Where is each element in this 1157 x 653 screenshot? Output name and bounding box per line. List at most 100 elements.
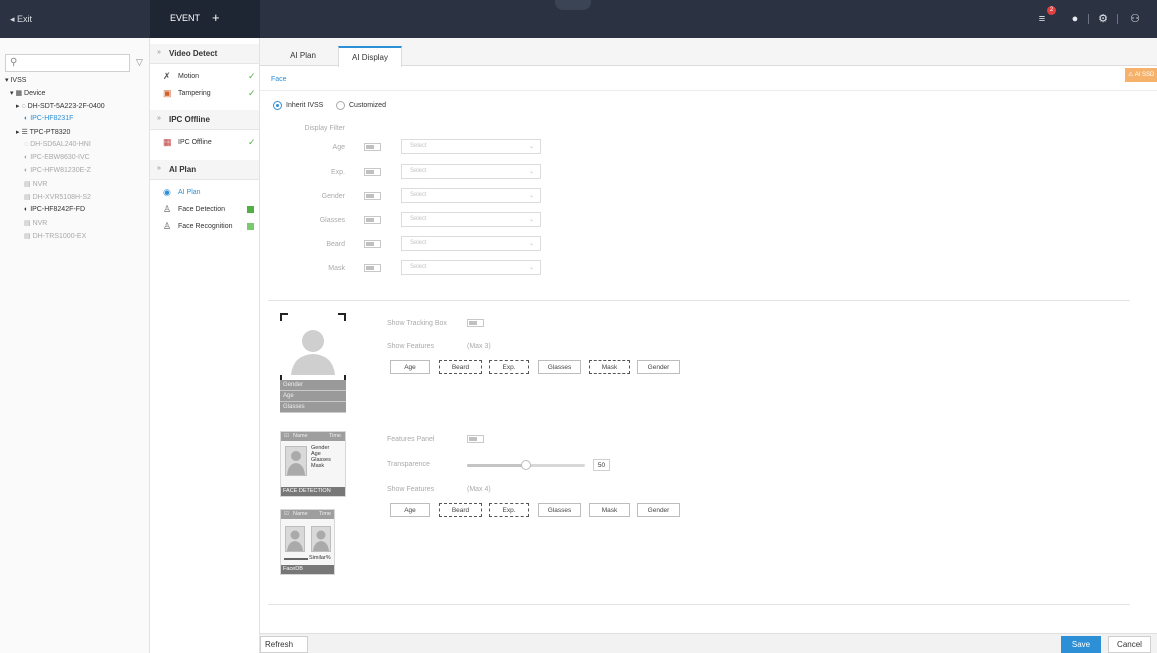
- alarm-list-icon[interactable]: ≡: [1035, 12, 1049, 26]
- exit-button[interactable]: ◂ Exit: [10, 14, 32, 25]
- similar-label: Similar%: [309, 555, 331, 561]
- sub-tab-face[interactable]: Face: [271, 76, 287, 83]
- chevron-down-icon: ⌄: [528, 265, 534, 271]
- check-icon: ✓: [248, 71, 256, 81]
- filter-label: Mask: [328, 265, 345, 272]
- filter-icon[interactable]: ▽: [136, 57, 143, 68]
- chevron-down-icon: »: [157, 165, 161, 172]
- show-features-label: Show Features: [387, 486, 435, 493]
- event-item-ai-plan[interactable]: ◉ AI Plan: [150, 185, 259, 201]
- age-toggle[interactable]: [364, 143, 381, 151]
- features-panel-toggle[interactable]: [467, 435, 484, 443]
- divider: [268, 604, 1130, 605]
- tree-node-recorder[interactable]: ▤ DH-TRS1000-EX: [24, 232, 86, 240]
- feature-chip-mask[interactable]: Mask: [589, 360, 630, 374]
- save-button[interactable]: Save: [1061, 636, 1101, 653]
- transparence-value-input[interactable]: 50: [593, 459, 610, 471]
- tampering-icon: ▣: [163, 88, 172, 98]
- glasses-select[interactable]: Select ⌄: [401, 212, 541, 227]
- transparence-slider[interactable]: [467, 460, 585, 470]
- feature-chip-age[interactable]: Age: [390, 360, 430, 374]
- tree-node-recorder[interactable]: ▤ DH-XVR5108H-S2: [24, 193, 91, 201]
- tree-node-camera[interactable]: ◐ IPC-HF8242F-FD: [24, 206, 85, 213]
- group-header-ai-plan[interactable]: » AI Plan: [150, 160, 259, 180]
- tree-node-ivss[interactable]: ▾ IVSS: [5, 76, 26, 84]
- user-icon[interactable]: ⚇: [1128, 12, 1142, 26]
- filter-label: Gender: [321, 193, 345, 200]
- inherit-radio[interactable]: [273, 101, 282, 110]
- collapse-handle[interactable]: [555, 0, 591, 10]
- face-detection-icon: ♙: [163, 204, 172, 214]
- exp-select[interactable]: Select ⌄: [401, 164, 541, 179]
- max-label: (Max 3): [467, 343, 491, 350]
- tree-node-camera[interactable]: ◐ IPC-EBW8630-IVC: [24, 154, 90, 161]
- tab-ai-display[interactable]: AI Display: [338, 46, 402, 67]
- tree-node-camera[interactable]: ◌ DH-SD6AL240-HNI: [24, 141, 91, 148]
- status-icon[interactable]: ●: [1068, 12, 1082, 26]
- chevron-down-icon: ⌄: [528, 169, 534, 175]
- feature-chip-beard[interactable]: Beard: [439, 360, 482, 374]
- event-tab-label: EVENT: [170, 13, 201, 23]
- alarm-badge: 2: [1047, 6, 1056, 15]
- feature-chip-glasses[interactable]: Glasses: [538, 503, 581, 517]
- max-label: (Max 4): [467, 486, 491, 493]
- event-item-motion[interactable]: ✗ Motion ✓: [150, 69, 259, 85]
- feature-chip-beard[interactable]: Beard: [439, 503, 482, 517]
- tree-node-nvr[interactable]: ▤ NVR: [24, 180, 47, 188]
- feature-chip-exp[interactable]: Exp.: [489, 360, 529, 374]
- recorder-icon: ▤: [24, 233, 31, 240]
- camera-icon: ◐: [24, 167, 29, 174]
- tree-node-camera-selected[interactable]: ◐ IPC-HF8231F: [24, 115, 73, 122]
- divider: [260, 90, 1157, 91]
- beard-toggle[interactable]: [364, 240, 381, 248]
- feature-chip-glasses[interactable]: Glasses: [538, 360, 581, 374]
- tree-node-nvr[interactable]: ▤ NVR: [24, 219, 47, 227]
- exp-toggle[interactable]: [364, 168, 381, 176]
- feature-chip-mask[interactable]: Mask: [589, 503, 630, 517]
- cancel-button[interactable]: Cancel: [1108, 636, 1151, 653]
- gender-toggle[interactable]: [364, 192, 381, 200]
- group-header-video-detect[interactable]: » Video Detect: [150, 44, 259, 64]
- checkbox-icon: ☑: [284, 511, 289, 517]
- enabled-indicator: [247, 206, 254, 213]
- feature-chip-gender[interactable]: Gender: [637, 503, 680, 517]
- tree-node-camera[interactable]: ◐ IPC-HFW81230E-Z: [24, 167, 91, 174]
- settings-icon[interactable]: ⚙: [1096, 12, 1110, 26]
- group-header-ipc-offline[interactable]: » IPC Offline: [150, 110, 259, 130]
- event-item-tampering[interactable]: ▣ Tampering ✓: [150, 86, 259, 102]
- event-item-face-recognition[interactable]: ♙ Face Recognition: [150, 219, 259, 235]
- age-select[interactable]: Select ⌄: [401, 139, 541, 154]
- recorder-icon: ▤: [24, 194, 31, 201]
- refresh-button[interactable]: Refresh: [260, 636, 308, 653]
- face-detection-card: ☑ Name Time Gender Age Glasses Mask FACE…: [280, 431, 346, 497]
- mask-toggle[interactable]: [364, 264, 381, 272]
- tree-node-camera[interactable]: ▸ ◌ DH-SDT-5A223-2F-0400: [16, 102, 105, 110]
- folder-icon: ▦: [15, 90, 23, 97]
- feature-chip-exp[interactable]: Exp.: [489, 503, 529, 517]
- glasses-toggle[interactable]: [364, 216, 381, 224]
- dome-camera-icon: ◌: [21, 103, 26, 110]
- filter-label: Exp.: [330, 169, 345, 176]
- gender-select[interactable]: Select ⌄: [401, 188, 541, 203]
- mask-select[interactable]: Select ⌄: [401, 260, 541, 275]
- beard-select[interactable]: Select ⌄: [401, 236, 541, 251]
- event-item-ipc-offline[interactable]: ▦ IPC Offline ✓: [150, 135, 259, 151]
- add-tab-button[interactable]: +: [212, 10, 220, 25]
- preview-bar-glasses: Glasses: [280, 402, 346, 413]
- search-input[interactable]: ⚲: [5, 54, 130, 72]
- divider: [268, 300, 1130, 301]
- tree-node-device[interactable]: ▾ ▦ Device: [10, 89, 45, 97]
- feature-chip-gender[interactable]: Gender: [637, 360, 680, 374]
- event-item-face-detection[interactable]: ♙ Face Detection: [150, 202, 259, 218]
- tree-node-camera[interactable]: ▸ ☰ TPC-PT8320: [16, 128, 70, 136]
- tracking-box-toggle[interactable]: [467, 319, 484, 327]
- slider-thumb[interactable]: [521, 460, 531, 470]
- tab-ai-plan[interactable]: AI Plan: [268, 46, 338, 66]
- search-icon: ⚲: [10, 57, 18, 68]
- feature-chip-age[interactable]: Age: [390, 503, 430, 517]
- tab-event[interactable]: EVENT +: [150, 0, 260, 38]
- show-features-label: Show Features: [387, 343, 435, 350]
- customized-radio[interactable]: [336, 101, 345, 110]
- thermal-camera-icon: ☰: [21, 129, 28, 136]
- face-recognition-icon: ♙: [163, 221, 172, 231]
